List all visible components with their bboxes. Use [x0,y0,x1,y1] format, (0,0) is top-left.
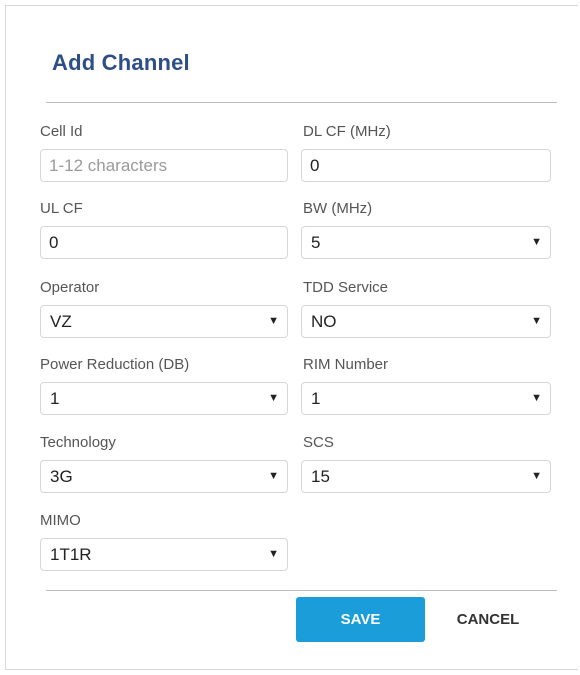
rim-number-select[interactable]: 1 ▼ [301,382,551,415]
ul-cf-label: UL CF [40,200,83,217]
rim-number-select-value: 1 [311,389,321,408]
scs-label: SCS [303,434,334,451]
bw-select-value: 5 [311,233,321,252]
caret-down-icon: ▼ [268,548,279,560]
caret-down-icon: ▼ [531,392,542,404]
caret-down-icon: ▼ [531,236,542,248]
cell-id-input[interactable] [40,149,288,182]
caret-down-icon: ▼ [531,470,542,482]
power-reduction-select-value: 1 [50,389,60,408]
operator-label: Operator [40,279,100,296]
technology-select[interactable]: 3G ▼ [40,460,288,493]
rim-number-label: RIM Number [303,356,389,373]
mimo-select-value: 1T1R [50,545,92,564]
save-button[interactable]: SAVE [296,597,425,642]
tdd-service-select[interactable]: NO ▼ [301,305,551,338]
caret-down-icon: ▼ [268,470,279,482]
cancel-button[interactable]: CANCEL [447,597,529,642]
tdd-service-label: TDD Service [303,279,389,296]
cell-id-label: Cell Id [40,123,83,140]
ul-cf-input[interactable] [40,226,288,259]
bw-label: BW (MHz) [303,200,373,217]
dl-cf-input[interactable] [301,149,551,182]
operator-select[interactable]: VZ ▼ [40,305,288,338]
scs-select[interactable]: 15 ▼ [301,460,551,493]
caret-down-icon: ▼ [268,392,279,404]
dialog-title: Add Channel [52,50,190,75]
power-reduction-label: Power Reduction (DB) [40,356,190,373]
technology-label: Technology [40,434,116,451]
mimo-label: MIMO [40,512,81,529]
mimo-select[interactable]: 1T1R ▼ [40,538,288,571]
scs-select-value: 15 [311,467,330,486]
operator-select-value: VZ [50,312,72,331]
dl-cf-label: DL CF (MHz) [303,123,391,140]
caret-down-icon: ▼ [268,315,279,327]
technology-select-value: 3G [50,467,73,486]
power-reduction-select[interactable]: 1 ▼ [40,382,288,415]
tdd-service-select-value: NO [311,312,337,331]
header-divider [46,102,557,103]
footer-divider [46,590,557,591]
bw-select[interactable]: 5 ▼ [301,226,551,259]
caret-down-icon: ▼ [531,315,542,327]
